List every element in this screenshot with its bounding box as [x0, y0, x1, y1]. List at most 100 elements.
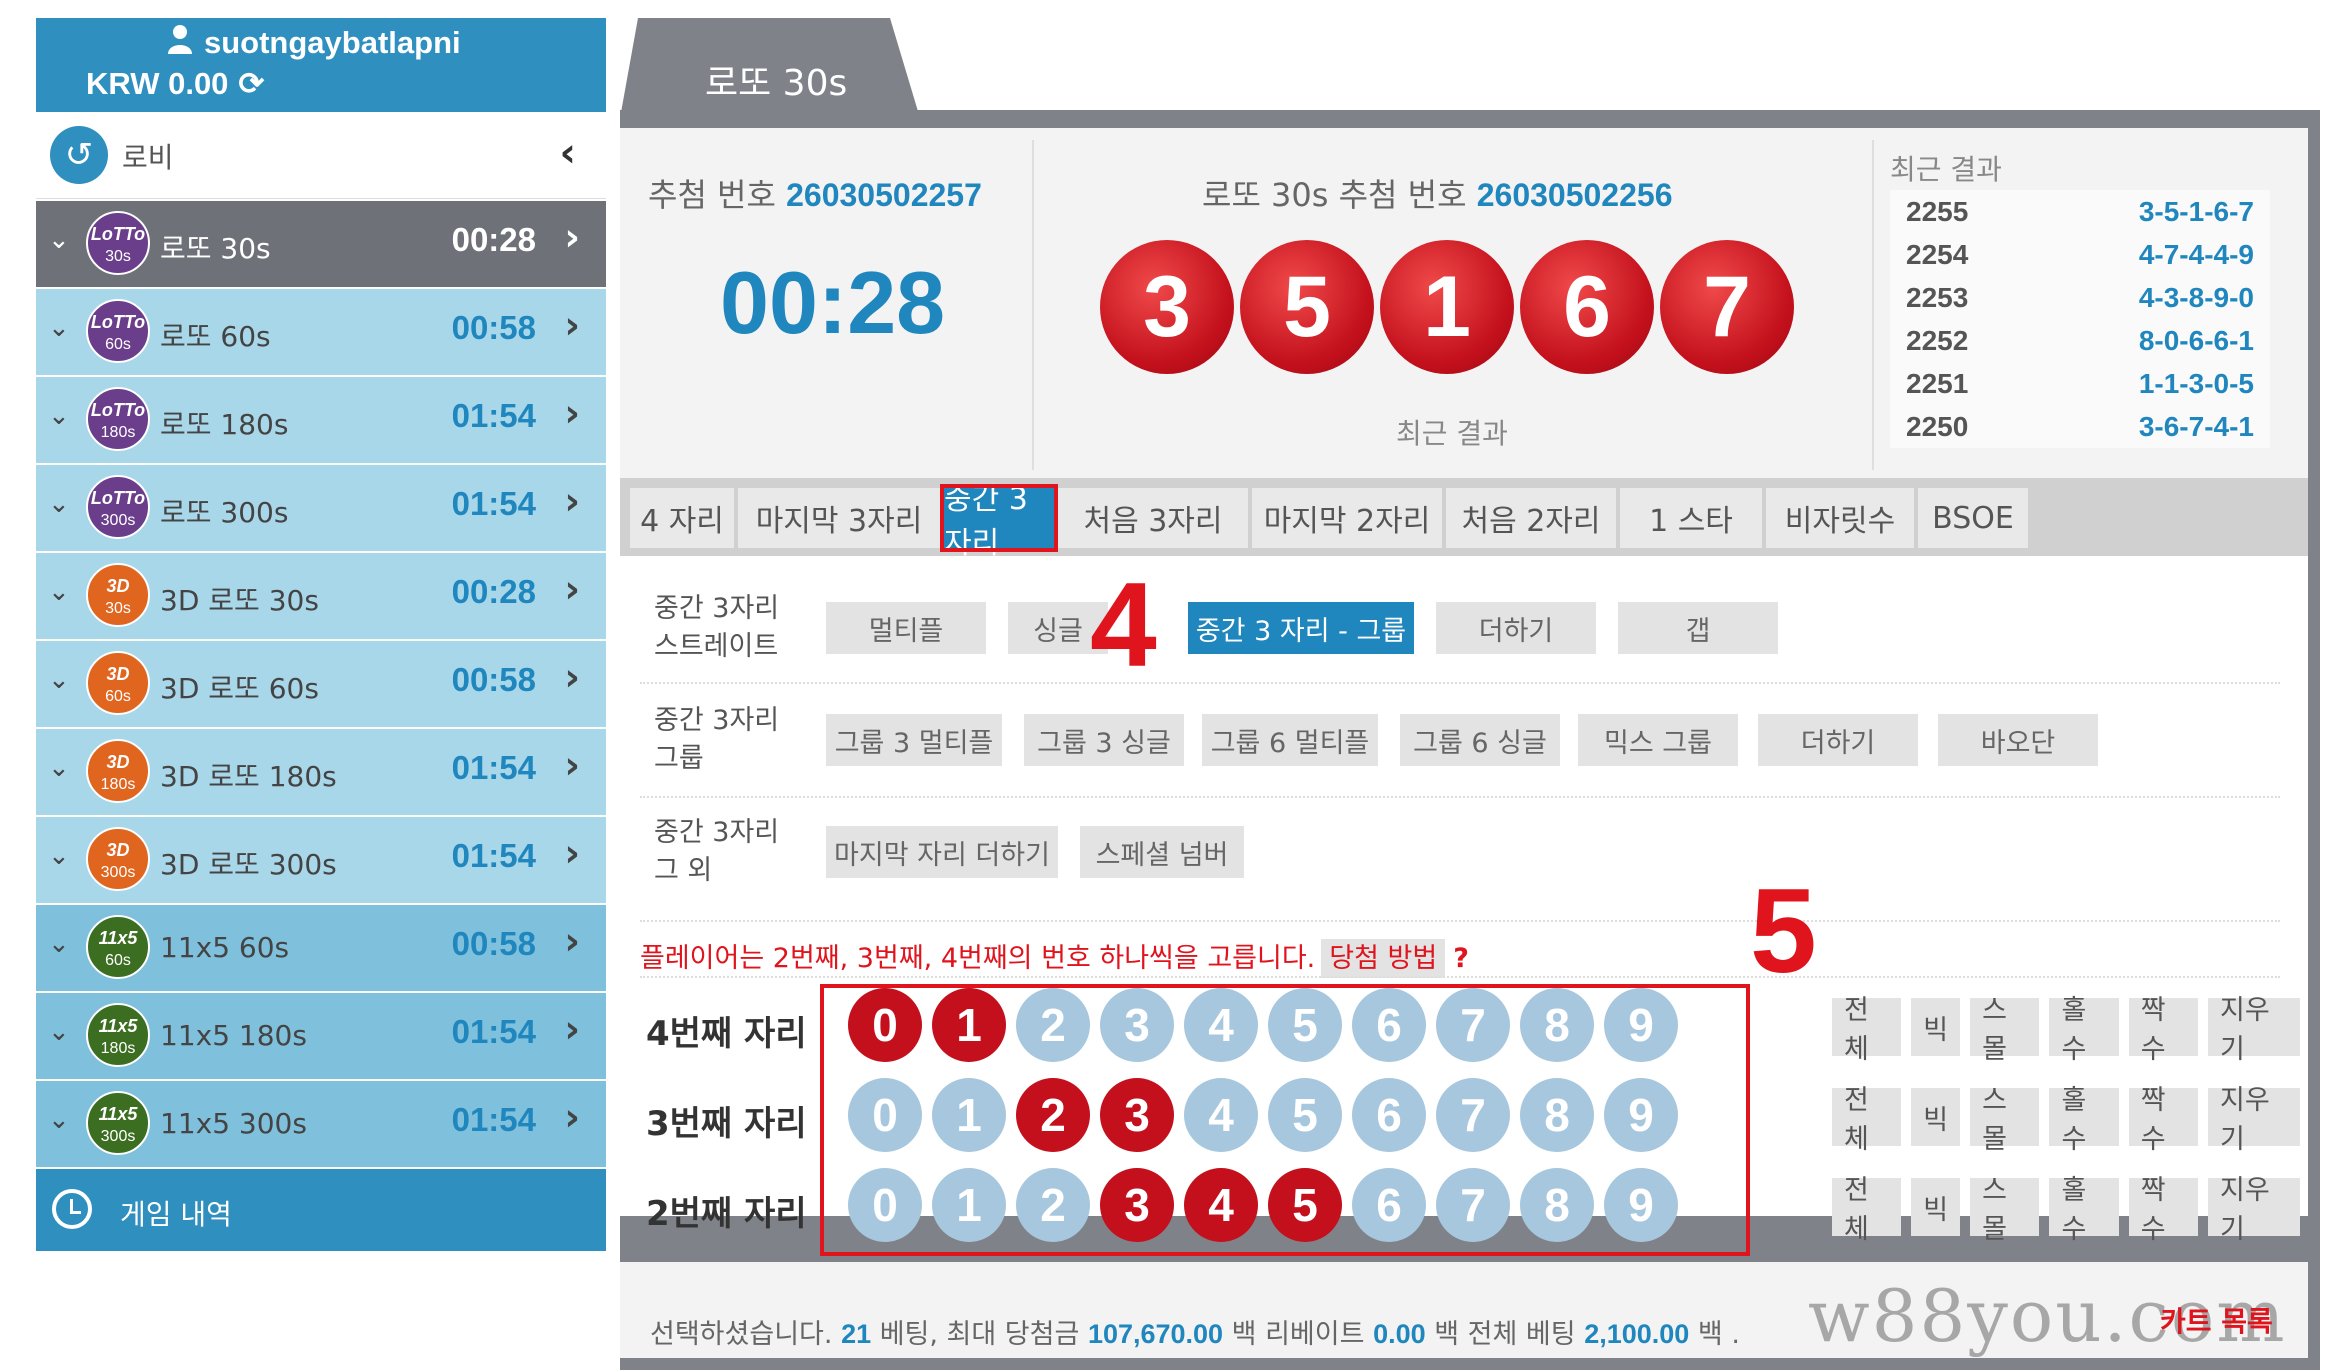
- game-name: 3D 로또 300s: [160, 848, 337, 881]
- quick-select-button[interactable]: 짝수: [2128, 1175, 2199, 1245]
- sidebar-game-item[interactable]: ⌄ LoTTo 180s 로또 180s 01:54 ›: [36, 375, 606, 463]
- bet-option-button[interactable]: 스페셜 넘버: [1080, 826, 1244, 878]
- sidebar-game-item[interactable]: ⌄ 11x5 300s 11x5 300s 01:54 ›: [36, 1079, 606, 1167]
- bet-option-button[interactable]: 갭: [1618, 602, 1778, 654]
- tab-bet-type[interactable]: 마지막 2자리: [1252, 488, 1442, 548]
- quick-select-button[interactable]: 지우기: [2208, 1175, 2300, 1245]
- quick-select-button[interactable]: 홀수: [2049, 1175, 2119, 1245]
- bet-option-button[interactable]: 중간 3 자리 - 그룹: [1188, 602, 1414, 654]
- bet-option-button[interactable]: 그룹 3 멀티플: [826, 714, 1002, 766]
- bet-option-button[interactable]: 그룹 3 싱글: [1024, 714, 1184, 766]
- tab-bet-type[interactable]: 처음 3자리: [1058, 488, 1248, 548]
- sidebar-game-item[interactable]: ⌄ 3D 30s 3D 로또 30s 00:28 ›: [36, 551, 606, 639]
- recent-result-row: 2251 1-1-3-0-5: [1890, 362, 2270, 405]
- chevron-down-icon[interactable]: ⌄: [48, 225, 70, 255]
- chevron-down-icon[interactable]: ⌄: [48, 929, 70, 959]
- collapse-icon[interactable]: ‹: [560, 130, 576, 176]
- d3-icon: 3D 300s: [86, 827, 150, 891]
- lotto-icon: LoTTo 30s: [86, 211, 150, 275]
- quick-select-button[interactable]: 전체: [1832, 995, 1902, 1065]
- quick-select-button[interactable]: 빅: [1911, 1178, 1961, 1236]
- chevron-down-icon[interactable]: ⌄: [48, 577, 70, 607]
- username-text: suotngaybatlapni: [204, 25, 461, 60]
- game-name: 로또 30s: [160, 232, 271, 265]
- bet-option-button[interactable]: 더하기: [1758, 714, 1918, 766]
- chevron-right-icon[interactable]: ›: [564, 831, 580, 875]
- icon-subtext: 300s: [100, 512, 136, 529]
- tab-bet-type[interactable]: 비자릿수: [1766, 488, 1914, 548]
- sidebar-game-item[interactable]: ⌄ 3D 180s 3D 로또 180s 01:54 ›: [36, 727, 606, 815]
- sidebar-game-item[interactable]: ⌄ LoTTo 60s 로또 60s 00:58 ›: [36, 287, 606, 375]
- chevron-right-icon[interactable]: ›: [564, 1007, 580, 1051]
- tab-bet-type[interactable]: 1 스타: [1620, 488, 1762, 548]
- cart-link[interactable]: 카트 목록: [2160, 1300, 2273, 1340]
- bet-option-button[interactable]: 바오단: [1938, 714, 2098, 766]
- tab-bet-type[interactable]: 4 자리: [630, 488, 734, 548]
- sidebar-game-item[interactable]: ⌄ LoTTo 30s 로또 30s 00:28 ›: [36, 199, 606, 287]
- chevron-right-icon[interactable]: ›: [564, 919, 580, 963]
- chevron-right-icon[interactable]: ›: [564, 215, 580, 259]
- chevron-down-icon[interactable]: ⌄: [48, 313, 70, 343]
- quick-select-button[interactable]: 짝수: [2128, 995, 2199, 1065]
- tab-bet-type[interactable]: 중간 3자리: [940, 482, 1058, 561]
- quick-select-button[interactable]: 지우기: [2208, 995, 2300, 1065]
- chevron-down-icon[interactable]: ⌄: [48, 1105, 70, 1135]
- refresh-icon[interactable]: ⟳: [238, 66, 264, 102]
- quick-select-button[interactable]: 전체: [1832, 1085, 1902, 1155]
- lobby-button[interactable]: ↺ 로비 ‹: [36, 112, 606, 199]
- quick-select-button[interactable]: 전체: [1832, 1175, 1902, 1245]
- straight-row-label: 중간 3자리 스트레이트: [654, 590, 779, 666]
- clock-icon: [52, 1189, 92, 1229]
- quick-select-button[interactable]: 스몰: [1970, 1175, 2040, 1245]
- tab-bet-type[interactable]: 마지막 3자리: [738, 488, 940, 548]
- game-history-button[interactable]: 게임 내역: [36, 1167, 606, 1251]
- quick-select-button[interactable]: 빅: [1911, 998, 1961, 1056]
- how-to-win-link[interactable]: 당첨 방법: [1321, 939, 1446, 978]
- chevron-down-icon[interactable]: ⌄: [48, 1017, 70, 1047]
- recent-results-title: 최근 결과: [1890, 153, 2002, 186]
- tab-bet-type[interactable]: BSOE: [1918, 488, 2028, 548]
- sidebar-game-item[interactable]: ⌄ 3D 300s 3D 로또 300s 01:54 ›: [36, 815, 606, 903]
- chevron-down-icon[interactable]: ⌄: [48, 841, 70, 871]
- sidebar-game-item[interactable]: ⌄ 11x5 60s 11x5 60s 00:58 ›: [36, 903, 606, 991]
- sidebar-game-item[interactable]: ⌄ 3D 60s 3D 로또 60s 00:58 ›: [36, 639, 606, 727]
- quick-select-button[interactable]: 홀수: [2049, 995, 2119, 1065]
- chevron-right-icon[interactable]: ›: [564, 479, 580, 523]
- bet-option-button[interactable]: 더하기: [1436, 602, 1596, 654]
- game-timer: 00:58: [451, 309, 536, 346]
- quick-select-button[interactable]: 빅: [1911, 1088, 1961, 1146]
- bet-option-button[interactable]: 멀티플: [826, 602, 986, 654]
- game-timer: 01:54: [451, 485, 536, 522]
- chevron-right-icon[interactable]: ›: [564, 567, 580, 611]
- icon-subtext: 30s: [105, 248, 131, 265]
- quick-select-button[interactable]: 짝수: [2128, 1085, 2199, 1155]
- chevron-right-icon[interactable]: ›: [564, 743, 580, 787]
- tab-bet-type[interactable]: 처음 2자리: [1446, 488, 1616, 548]
- quick-select-button[interactable]: 홀수: [2049, 1085, 2119, 1155]
- recent-results-link[interactable]: 최근 결과: [1396, 412, 1508, 452]
- result-numbers: 1-1-3-0-5: [2138, 367, 2254, 399]
- chevron-down-icon[interactable]: ⌄: [48, 489, 70, 519]
- bet-option-button[interactable]: 믹스 그룹: [1578, 714, 1738, 766]
- chevron-right-icon[interactable]: ›: [564, 303, 580, 347]
- chevron-down-icon[interactable]: ⌄: [48, 401, 70, 431]
- quick-select-button[interactable]: 지우기: [2208, 1085, 2300, 1155]
- chevron-right-icon[interactable]: ›: [564, 1095, 580, 1139]
- bet-option-button[interactable]: 그룹 6 멀티플: [1202, 714, 1378, 766]
- bet-option-button[interactable]: 마지막 자리 더하기: [826, 826, 1058, 878]
- result-ball: 1: [1380, 240, 1514, 374]
- sidebar-game-item[interactable]: ⌄ 11x5 180s 11x5 180s 01:54 ›: [36, 991, 606, 1079]
- sidebar-game-item[interactable]: ⌄ LoTTo 300s 로또 300s 01:54 ›: [36, 463, 606, 551]
- chevron-down-icon[interactable]: ⌄: [48, 665, 70, 695]
- game-timer: 00:28: [451, 221, 536, 258]
- quick-select-button[interactable]: 스몰: [1970, 1085, 2040, 1155]
- icon-text: 3D: [106, 840, 130, 860]
- quick-select-button[interactable]: 스몰: [1970, 995, 2040, 1065]
- game-list: ⌄ LoTTo 30s 로또 30s 00:28 › ⌄ LoTTo 60s 로또 60s 00:5…: [36, 199, 606, 1167]
- bet-option-button[interactable]: 그룹 6 싱글: [1400, 714, 1560, 766]
- help-icon[interactable]: ?: [1453, 943, 1469, 974]
- icon-text: 3D: [106, 664, 130, 684]
- chevron-down-icon[interactable]: ⌄: [48, 753, 70, 783]
- chevron-right-icon[interactable]: ›: [564, 391, 580, 435]
- chevron-right-icon[interactable]: ›: [564, 655, 580, 699]
